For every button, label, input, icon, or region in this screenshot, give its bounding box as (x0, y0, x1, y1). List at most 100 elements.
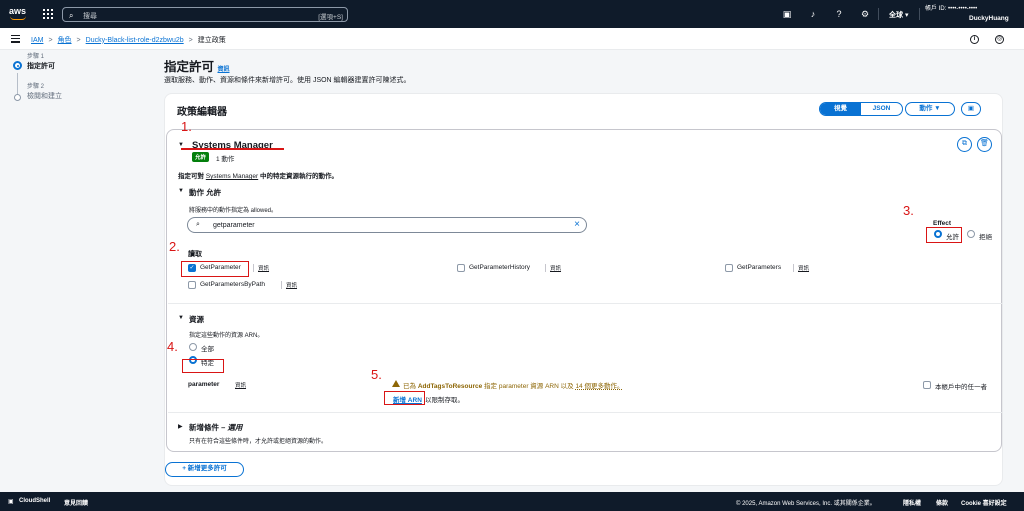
annotation-2: 2. (169, 239, 180, 254)
bell-icon[interactable]: ♪ (808, 9, 818, 19)
read-heading: 讀取 (188, 251, 202, 258)
info-link[interactable]: 資訊 (231, 381, 246, 389)
action-filter-input[interactable]: ⌕ getparameter × (187, 217, 587, 233)
chevron-right-icon: > (48, 36, 53, 44)
search-icon: ⌕ (69, 11, 74, 20)
conditions-note: 只有在符合這些條件時，才允許或拒絕資源的動作。 (189, 439, 328, 445)
add-more-permissions-button[interactable]: + 新增更多許可 (165, 462, 244, 477)
effect-deny-label: 拒絕 (979, 234, 992, 241)
divider (168, 412, 1002, 413)
annotation-underline (181, 148, 284, 150)
getparametersbypath-label: GetParametersByPath (200, 281, 266, 288)
action-count: 1 動作 (216, 156, 235, 163)
info-link[interactable]: 資訊 (281, 281, 297, 289)
info-link[interactable]: 資訊 (253, 264, 269, 272)
top-nav: aws ⌕ 搜尋 [選項+S] ▣ ♪ ? ⚙ 全球 ▾ 帳戶 ID: ••••… (0, 0, 1024, 28)
getparameters-label: GetParameters (737, 264, 782, 271)
warning-icon (392, 380, 400, 387)
resources-note: 指定這些動作的資源 ARN。 (189, 333, 264, 339)
menu-icon[interactable] (11, 35, 20, 43)
annotation-box (384, 391, 425, 405)
help-icon[interactable]: ? (834, 9, 844, 19)
feedback-link[interactable]: 意見回饋 (64, 498, 88, 507)
nav-divider (919, 8, 920, 20)
search-icon: ⌕ (196, 221, 200, 228)
services-grid-icon[interactable] (43, 9, 53, 19)
info-link[interactable]: 資訊 (545, 264, 561, 272)
breadcrumb-role[interactable]: Ducky-Black-list-role-d2zbwu2b (86, 37, 184, 44)
info-link[interactable]: 資訊 (218, 67, 230, 73)
getparameterhistory-checkbox[interactable] (457, 264, 465, 272)
nav-divider (878, 8, 879, 20)
json-mode-button[interactable]: JSON (861, 103, 902, 115)
annotation-5: 5. (371, 367, 382, 382)
service-description: 指定可對 Systems Manager 中的特定資源執行的動作。 (178, 173, 339, 180)
region-selector[interactable]: 全球 ▾ (889, 10, 908, 20)
info-icon[interactable]: i (970, 35, 979, 44)
page-title: 指定許可 資訊 (164, 60, 230, 74)
duplicate-icon[interactable]: ⧉ (957, 137, 972, 152)
editor-title: 政策編輯器 (177, 107, 227, 118)
actions-note: 將服務中的動作指定為 allowed。 (189, 208, 278, 214)
getparametersbypath-checkbox[interactable] (188, 281, 196, 289)
step-indicator (14, 94, 21, 101)
step-2-name[interactable]: 檢閱和建立 (27, 91, 62, 101)
resource-all-label: 全部 (201, 346, 214, 353)
panel-icon-button[interactable]: ▣ (961, 102, 981, 116)
page-description: 選取服務、動作、資源和條件來新增許可。使用 JSON 編輯器建置許可陳述式。 (164, 77, 411, 84)
breadcrumb-roles[interactable]: 角色 (58, 35, 72, 45)
actions-dropdown-button[interactable]: 動作 ▼ (905, 102, 955, 116)
annotation-box (182, 359, 224, 373)
cloudshell-icon[interactable]: ▣ (8, 498, 14, 505)
annotation-box (181, 261, 249, 277)
privacy-link[interactable]: 隱私權 (903, 498, 921, 507)
effect-deny-radio[interactable] (967, 230, 975, 238)
annotation-box (926, 227, 962, 243)
global-search-input[interactable]: ⌕ 搜尋 [選項+S] (62, 7, 348, 22)
arn-warning: 已為 AddTagsToResource 指定 parameter 資源 ARN… (403, 383, 624, 390)
more-actions-link[interactable]: 14 個更多動作。 (575, 383, 623, 390)
breadcrumb-iam[interactable]: IAM (31, 37, 43, 44)
info-link[interactable]: 資訊 (793, 264, 809, 272)
divider (168, 303, 1002, 304)
cloudshell-icon[interactable]: ▣ (782, 9, 792, 19)
settings-icon[interactable]: ◎ (995, 35, 1004, 44)
getparameters-checkbox[interactable] (725, 264, 733, 272)
terms-link[interactable]: 條款 (936, 498, 948, 507)
chevron-right-icon: > (188, 36, 193, 44)
annotation-4: 4. (167, 339, 178, 354)
effect-label: Effect (933, 220, 952, 227)
service-card: ▼ Systems Manager 允許 1 動作 ⧉ 🗑 指定可對 Syste… (166, 129, 1002, 452)
actions-heading: 動作 允許 (189, 188, 222, 197)
chevron-right-icon: > (76, 36, 81, 44)
getparameterhistory-label: GetParameterHistory (469, 264, 531, 271)
step-label: 步驟 2 (27, 84, 45, 90)
conditions-heading: 新增條件 – 選用 (189, 423, 243, 432)
account-id: 帳戶 ID: ••••-••••-•••• (925, 6, 978, 12)
effect-badge: 允許 (192, 152, 210, 162)
cookie-link[interactable]: Cookie 喜好設定 (961, 498, 1007, 507)
footer: ▣ CloudShell 意見回饋 © 2025, Amazon Web Ser… (0, 492, 1024, 511)
policy-editor-panel: 政策編輯器 視覺 JSON 動作 ▼ ▣ ▼ Systems Manager 允… (164, 93, 1003, 486)
cloudshell-link[interactable]: CloudShell (19, 498, 50, 504)
account-user[interactable]: DuckyHuang (969, 15, 1009, 22)
step-label: 步驟 1 (27, 54, 45, 60)
breadcrumb: IAM > 角色 > Ducky-Black-list-role-d2zbwu2… (31, 35, 226, 45)
trash-icon[interactable]: 🗑 (977, 137, 992, 152)
step-1-name[interactable]: 指定許可 (27, 61, 55, 71)
gear-icon[interactable]: ⚙ (860, 9, 870, 19)
editor-mode-toggle: 視覺 JSON (819, 102, 903, 116)
resources-heading: 資源 (189, 315, 204, 324)
caret-down-icon[interactable]: ▼ (178, 315, 184, 321)
caret-down-icon[interactable]: ▼ (178, 188, 184, 194)
visual-mode-button[interactable]: 視覺 (820, 103, 861, 115)
caret-right-icon[interactable]: ▶ (178, 423, 183, 430)
annotation-3: 3. (903, 203, 914, 218)
resource-all-radio[interactable] (189, 343, 197, 351)
add-arn-tail: 以限制存取。 (425, 397, 464, 404)
any-account-checkbox[interactable] (923, 381, 931, 389)
service-link[interactable]: Systems Manager (206, 173, 258, 180)
breadcrumb-bar: IAM > 角色 > Ducky-Black-list-role-d2zbwu2… (0, 28, 1024, 50)
clear-icon[interactable]: × (574, 219, 580, 230)
aws-logo[interactable]: aws (9, 7, 29, 21)
